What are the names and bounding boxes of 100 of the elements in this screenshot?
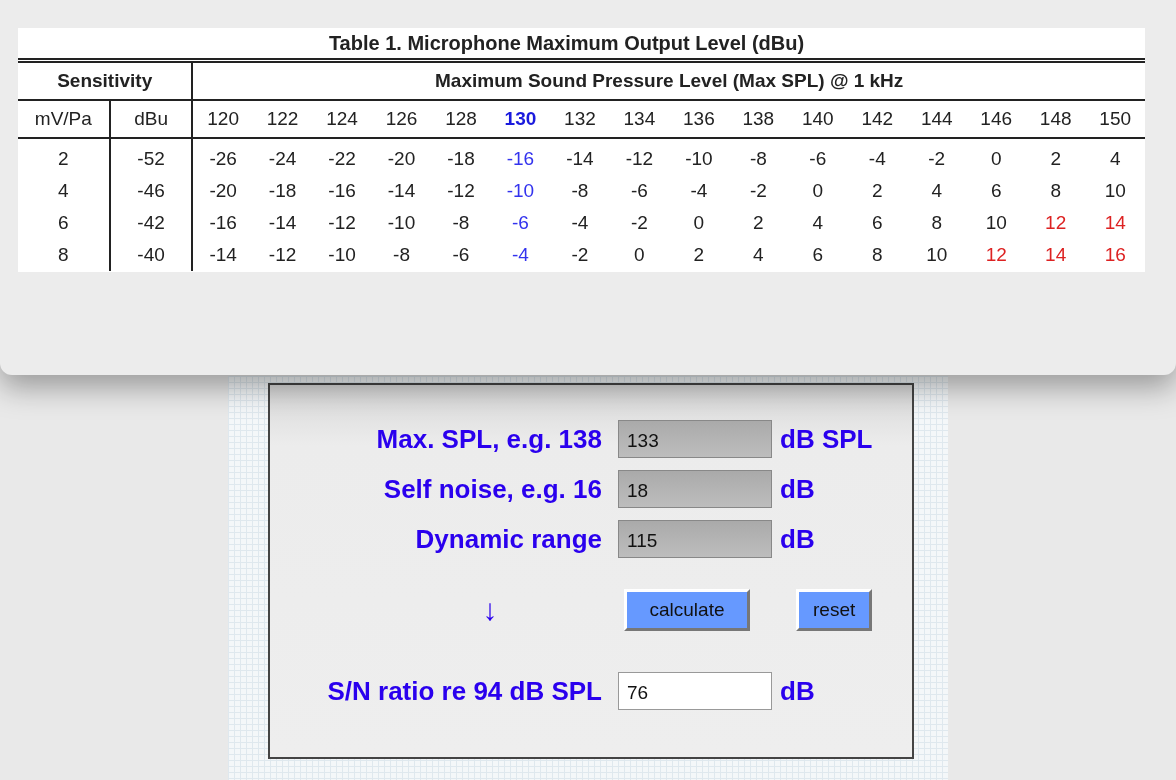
table-cell-text: -6 [511, 211, 530, 235]
table-cell: 4 [1085, 138, 1145, 175]
table-cell: -8 [728, 138, 789, 175]
table-cell-text: -18 [267, 179, 298, 203]
table-cell: 0 [966, 138, 1026, 175]
table-cell: -2 [907, 138, 967, 175]
value-field[interactable]: 18 [618, 470, 772, 508]
column-header: 146 [966, 100, 1026, 138]
table-cell-text: -4 [570, 211, 590, 235]
table-cell-text: -16 [327, 179, 357, 203]
table-cell-text: -8 [570, 179, 590, 203]
table-cell-text: 4 [930, 179, 943, 203]
table-cell-text: 16 [1103, 243, 1127, 267]
table-cell: -4 [847, 138, 907, 175]
table-cell-text: 10 [1103, 179, 1127, 203]
field-label: Self noise, e.g. 16 [382, 473, 603, 505]
table-cell-text: -10 [327, 243, 357, 267]
column-header: 138 [728, 100, 789, 138]
table-cell: -16 [192, 207, 253, 239]
column-header: 132 [550, 100, 610, 138]
table-cell-text: -14 [267, 211, 298, 235]
table-cell: -14 [550, 138, 610, 175]
reset-button[interactable]: reset [796, 589, 873, 631]
column-header: 148 [1025, 100, 1086, 138]
table-cell-text: 0 [811, 179, 825, 203]
table-cell-text: -12 [267, 243, 298, 267]
table-cell: -20 [371, 138, 432, 175]
field-label: Max. SPL, e.g. 138 [375, 423, 603, 455]
column-header: dBu [109, 100, 193, 138]
table-cell: -42 [109, 207, 193, 239]
column-header: 128 [431, 100, 491, 138]
column-header: 140 [788, 100, 848, 138]
table-cell-text: -10 [505, 179, 536, 203]
table-cell: -14 [192, 239, 253, 271]
table-cell: 2 [18, 138, 110, 175]
table-cell-text: 10 [925, 243, 949, 267]
column-header: 142 [847, 100, 907, 138]
table-cell-text: -2 [748, 179, 768, 203]
table-cell: -26 [192, 138, 253, 175]
table-cell-text: -10 [386, 211, 417, 235]
table-cell-text: 6 [870, 211, 884, 235]
table-cell: 2 [1025, 138, 1086, 175]
table-cell-text: -4 [689, 179, 709, 203]
table-cell: -24 [252, 138, 313, 175]
table-cell-text: 12 [1044, 211, 1068, 235]
table-cell: 6 [18, 207, 110, 239]
table-cell-text: -2 [629, 211, 649, 235]
value-field[interactable]: 133 [618, 420, 772, 458]
table-cell-text: 8 [930, 211, 943, 235]
table-cell: 4 [18, 175, 110, 207]
table-cell: -16 [490, 138, 551, 175]
table-cell-text: -6 [451, 243, 471, 267]
column-header: mV/Pa [18, 100, 110, 138]
table-cell-text: -2 [570, 243, 590, 267]
table-cell-text: 6 [989, 179, 1003, 203]
table-cell-text: -12 [327, 211, 357, 235]
unit-label: dB [780, 675, 816, 707]
table-cell-text: 12 [984, 243, 1008, 267]
table-cell: -40 [109, 239, 193, 271]
column-header: 122 [252, 100, 313, 138]
unit-label: dB SPL [780, 423, 874, 455]
table-cell-text: -14 [386, 179, 417, 203]
table-cell-text: 8 [1049, 179, 1062, 203]
field-label: Dynamic range [414, 523, 603, 555]
table-cell: -22 [312, 138, 372, 175]
table-cell: -46 [109, 175, 193, 207]
column-header: 144 [907, 100, 967, 138]
table-cell: -6 [788, 138, 848, 175]
table-cell-text: 4 [752, 243, 765, 267]
table-title: Table 1. Microphone Maximum Output Level (dBu) [327, 31, 806, 56]
table-cell: -10 [669, 138, 729, 175]
unit-label: dB [780, 473, 816, 505]
table-cell-text: 2 [870, 179, 884, 203]
column-header: 124 [312, 100, 372, 138]
field-label: S/N ratio re 94 dB SPL [326, 675, 603, 707]
column-group-header: Sensitivity [18, 60, 193, 100]
column-header: 150 [1085, 100, 1145, 138]
table-cell-text: 8 [870, 243, 884, 267]
table-cell-text: 2 [752, 211, 765, 235]
column-group-header: Maximum Sound Pressure Level (Max SPL) @ 1 kHz [192, 60, 1145, 100]
table-cell: 8 [18, 239, 110, 271]
unit-label: dB [780, 523, 816, 555]
table-cell: -18 [431, 138, 491, 175]
result-field[interactable]: 76 [618, 672, 772, 710]
table-cell-text: 2 [692, 243, 706, 267]
value-field[interactable]: 115 [618, 520, 772, 558]
table-cell: -20 [192, 175, 253, 207]
table-cell-text: -8 [392, 243, 411, 267]
table-cell-text: 10 [984, 211, 1008, 235]
column-header: 130 [490, 100, 551, 138]
table-cell-text: 6 [811, 243, 825, 267]
table-cell-text: -6 [629, 179, 649, 203]
table-cell-text: -12 [446, 179, 476, 203]
table-cell: -12 [609, 138, 670, 175]
table-cell-text: -8 [451, 211, 471, 235]
column-header: 120 [192, 100, 253, 138]
table-cell-text: -4 [511, 243, 530, 267]
calculate-button[interactable]: calculate [624, 589, 750, 631]
column-header: 134 [609, 100, 670, 138]
column-header: 126 [371, 100, 432, 138]
